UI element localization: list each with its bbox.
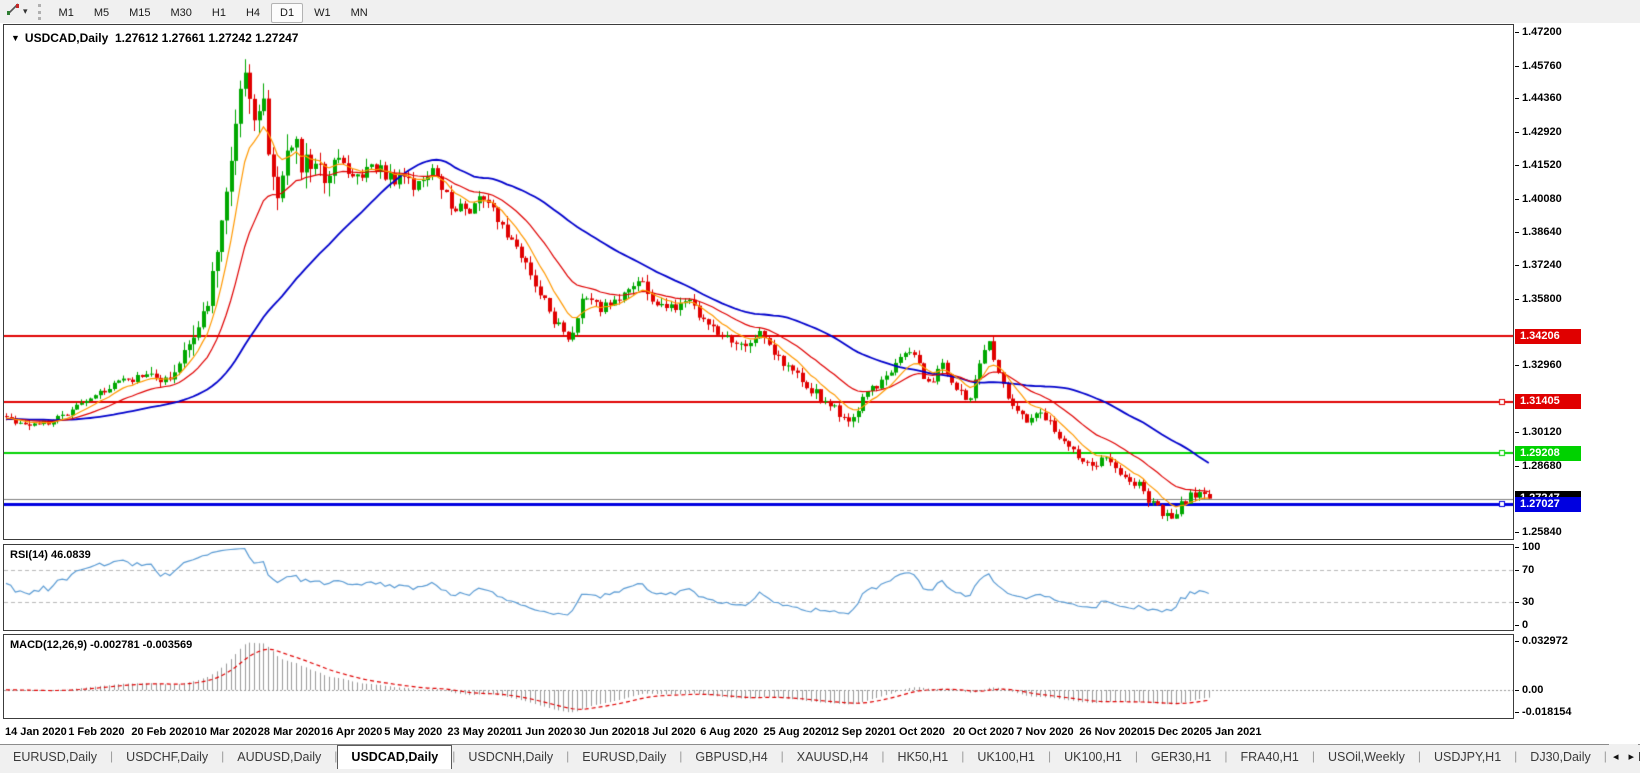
timeframe-button-mn[interactable]: MN xyxy=(342,3,377,23)
date-tick-label: 23 May 2020 xyxy=(447,726,511,738)
chart-symbol-label: USDCAD,Daily xyxy=(25,31,108,45)
chart-tab-usdcnh-daily[interactable]: USDCNH,Daily xyxy=(455,745,566,770)
timeframe-button-m30[interactable]: M30 xyxy=(162,3,201,23)
date-tick-label: 16 Apr 2020 xyxy=(321,726,382,738)
chart-tab-ger30-h1[interactable]: GER30,H1 xyxy=(1138,745,1224,770)
timeframe-button-d1[interactable]: D1 xyxy=(271,3,303,23)
toolbar: ▾ M1M5M15M30H1H4D1W1MN xyxy=(0,0,1640,24)
chart-tab-dj30-daily[interactable]: DJ30,Daily xyxy=(1517,745,1603,770)
chart-tab-uk100-h1[interactable]: UK100,H1 xyxy=(1051,745,1135,770)
chart-tab-gbpusd-h4[interactable]: GBPUSD,H4 xyxy=(682,745,780,770)
chart-window: ▼ USDCAD,Daily 1.27612 1.27661 1.27242 1.… xyxy=(0,23,1640,744)
timeframe-button-h4[interactable]: H4 xyxy=(237,3,269,23)
price-tick-label: 1.32960 xyxy=(1522,358,1562,372)
date-tick-label: 10 Mar 2020 xyxy=(195,726,257,738)
date-tick-label: 25 Aug 2020 xyxy=(763,726,827,738)
chart-tab-usdcad-daily[interactable]: USDCAD,Daily xyxy=(337,745,452,770)
date-tick-label: 30 Jun 2020 xyxy=(574,726,636,738)
chart-ohlc-values: 1.27612 1.27661 1.27242 1.27247 xyxy=(115,31,299,45)
date-tick-label: 5 May 2020 xyxy=(384,726,442,738)
rsi-tick-label: 70 xyxy=(1522,563,1534,577)
tab-scroll-right-icon[interactable]: ▸ xyxy=(1628,750,1634,763)
price-tick-label: 1.25840 xyxy=(1522,525,1562,539)
chart-tab-eurusd-daily[interactable]: EURUSD,Daily xyxy=(569,745,679,770)
hline-price-chip: 1.27027 xyxy=(1515,497,1581,512)
date-tick-label: 28 Mar 2020 xyxy=(258,726,320,738)
date-tick-label: 15 Dec 2020 xyxy=(1143,726,1206,738)
chart-tab-usoil-weekly[interactable]: USOil,Weekly xyxy=(1315,745,1418,770)
chart-tab-fra40-h1[interactable]: FRA40,H1 xyxy=(1228,745,1312,770)
chart-tool-icon[interactable] xyxy=(6,2,21,22)
macd-tick-label: -0.018154 xyxy=(1522,705,1572,719)
rsi-label: RSI(14) 46.0839 xyxy=(10,549,91,561)
date-tick-label: 14 Jan 2020 xyxy=(5,726,67,738)
date-tick-label: 20 Feb 2020 xyxy=(131,726,193,738)
chart-tab-hk50-h1[interactable]: HK50,H1 xyxy=(884,745,961,770)
date-tick-label: 5 Jan 2021 xyxy=(1206,726,1262,738)
price-chart-panel: ▼ USDCAD,Daily 1.27612 1.27661 1.27242 1.… xyxy=(3,24,1514,540)
macd-tick-label: 0.032972 xyxy=(1522,634,1568,648)
hline-price-chip: 1.29208 xyxy=(1515,446,1581,461)
macd-label: MACD(12,26,9) -0.002781 -0.003569 xyxy=(10,639,192,651)
macd-indicator-panel: MACD(12,26,9) -0.002781 -0.003569 xyxy=(3,634,1514,719)
price-tick-label: 1.45760 xyxy=(1522,59,1562,73)
chart-collapse-icon[interactable]: ▼ xyxy=(11,33,20,43)
timeframe-button-m15[interactable]: M15 xyxy=(120,3,159,23)
macd-canvas[interactable] xyxy=(4,635,1513,718)
toolbar-grip[interactable] xyxy=(38,4,41,20)
date-tick-label: 6 Aug 2020 xyxy=(700,726,758,738)
price-tick-label: 1.42920 xyxy=(1522,125,1562,139)
date-tick-label: 20 Oct 2020 xyxy=(953,726,1014,738)
date-tick-label: 1 Oct 2020 xyxy=(890,726,945,738)
date-tick-label: 18 Jul 2020 xyxy=(637,726,696,738)
chart-tab-usdchf-daily[interactable]: USDCHF,Daily xyxy=(113,745,221,770)
hline-price-chip: 1.31405 xyxy=(1515,394,1581,409)
date-tick-label: 11 Jun 2020 xyxy=(511,726,573,738)
price-tick-label: 1.38640 xyxy=(1522,225,1562,239)
price-tick-label: 1.37240 xyxy=(1522,258,1562,272)
chart-tab-bar: EURUSD,Daily|USDCHF,Daily|AUDUSD,Daily|U… xyxy=(0,744,1640,770)
chart-tab-xauusd-h4[interactable]: XAUUSD,H4 xyxy=(784,745,882,770)
price-tick-label: 1.30120 xyxy=(1522,425,1562,439)
date-tick-label: 12 Sep 2020 xyxy=(827,726,890,738)
date-tick-label: 7 Nov 2020 xyxy=(1016,726,1073,738)
price-axis[interactable]: 1.47200 1.45760 1.44360 1.42920 1.41520 1.400… xyxy=(1514,23,1640,744)
chart-tool-icon-svg xyxy=(6,2,21,17)
price-tick-label: 1.47200 xyxy=(1522,25,1562,39)
timeframe-button-m5[interactable]: M5 xyxy=(85,3,118,23)
rsi-canvas[interactable] xyxy=(4,545,1513,630)
rsi-indicator-panel: RSI(14) 46.0839 xyxy=(3,544,1514,631)
chevron-down-icon[interactable]: ▾ xyxy=(23,6,28,17)
rsi-tick-label: 30 xyxy=(1522,595,1534,609)
price-tick-label: 1.44360 xyxy=(1522,91,1562,105)
date-tick-label: 26 Nov 2020 xyxy=(1079,726,1143,738)
timeframe-button-h1[interactable]: H1 xyxy=(203,3,235,23)
trading-terminal: { "icons": { "chart_tool": "chart-tool-i… xyxy=(0,0,1640,773)
hline-price-chip: 1.34206 xyxy=(1515,329,1581,344)
date-axis[interactable]: 14 Jan 20201 Feb 2020 20 Feb 202010 Mar 2… xyxy=(3,720,1514,744)
price-tick-label: 1.41520 xyxy=(1522,158,1562,172)
timeframe-button-w1[interactable]: W1 xyxy=(305,3,340,23)
tab-scroll-arrows: ◂ ▸ xyxy=(1609,744,1638,769)
chart-tab-uk100-h1[interactable]: UK100,H1 xyxy=(964,745,1048,770)
tab-scroll-left-icon[interactable]: ◂ xyxy=(1613,750,1619,763)
chart-tab-usdjpy-h1[interactable]: USDJPY,H1 xyxy=(1421,745,1514,770)
rsi-tick-label: 100 xyxy=(1522,540,1540,554)
price-chart-canvas[interactable] xyxy=(4,25,1513,539)
timeframe-toolbar: M1M5M15M30H1H4D1W1MN xyxy=(49,3,378,21)
price-tick-label: 1.35800 xyxy=(1522,292,1562,306)
macd-tick-label: 0.00 xyxy=(1522,683,1543,697)
chart-tab-audusd-daily[interactable]: AUDUSD,Daily xyxy=(224,745,334,770)
chart-tab-eurusd-daily[interactable]: EURUSD,Daily xyxy=(0,745,110,770)
status-strip xyxy=(0,769,1640,773)
rsi-tick-label: 0 xyxy=(1522,618,1528,632)
date-tick-label: 1 Feb 2020 xyxy=(68,726,124,738)
chart-title: ▼ USDCAD,Daily 1.27612 1.27661 1.27242 1.… xyxy=(11,31,298,45)
price-tick-label: 1.40080 xyxy=(1522,192,1562,206)
timeframe-button-m1[interactable]: M1 xyxy=(50,3,83,23)
